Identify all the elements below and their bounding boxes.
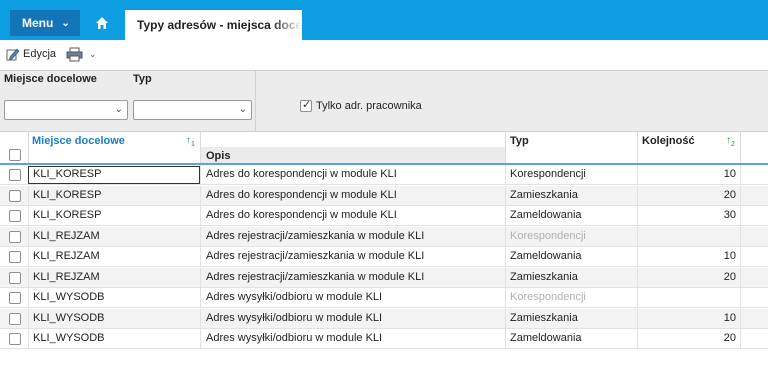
table-row[interactable]: KLI_REJZAM Adres rejestracji/zamieszkania… (0, 247, 768, 267)
table-row[interactable]: KLI_WYSODB Adres wysyłki/odbioru w module… (0, 329, 768, 349)
row-checkbox[interactable] (9, 251, 21, 263)
row-checkbox[interactable] (9, 189, 21, 202)
home-button[interactable] (92, 13, 112, 33)
typ-filter-label: Typ (133, 73, 152, 85)
cell-miejsce: KLI_WYSODB (33, 291, 105, 303)
printer-icon (66, 47, 83, 62)
row-checkbox[interactable] (9, 333, 21, 345)
cell-opis: Adres rejestracji/zamieszkania w module … (206, 250, 425, 262)
table-row[interactable]: KLI_WYSODB Adres wysyłki/odbioru w module… (0, 308, 768, 329)
column-header-opis[interactable]: Opis (206, 150, 230, 162)
edit-label: Edycja (23, 48, 57, 60)
tylko-pracownika-checkbox[interactable] (300, 98, 312, 112)
row-checkbox[interactable] (9, 271, 21, 284)
cell-opis: Adres rejestracji/zamieszkania w module … (206, 270, 425, 283)
cell-miejsce: KLI_WYSODB (33, 311, 105, 324)
cell-typ: Korespondencji (510, 229, 586, 242)
filter-panel: Miejsce docelowe ⌄ Typ ⌄ Tylko adr. prac… (0, 70, 768, 132)
column-header-kolejnosc[interactable]: Kolejność (642, 135, 695, 147)
row-checkbox[interactable] (9, 312, 21, 325)
toolbar: Edycja ⌄ (0, 40, 768, 70)
home-icon (96, 17, 108, 29)
cell-typ: Korespondencji (510, 168, 586, 180)
cell-opis: Adres do korespondencji w module KLI (206, 188, 397, 201)
top-bar: Menu ⌄ Typy adresów - miejsca docelowe (0, 0, 768, 40)
table-row[interactable]: KLI_WYSODB Adres wysyłki/odbioru w module… (0, 288, 768, 308)
table-row[interactable]: KLI_REJZAM Adres rejestracji/zamieszkania… (0, 226, 768, 247)
menu-label: Menu (22, 16, 54, 30)
table-row[interactable]: KLI_KORESP Adres do korespondencji w modu… (0, 185, 768, 206)
sort-index-kolejnosc: 2 (731, 141, 735, 148)
cell-miejsce: KLI_KORESP (33, 168, 102, 180)
row-checkbox[interactable] (9, 169, 21, 181)
cell-kolejnosc: 20 (723, 270, 736, 283)
edit-button[interactable]: Edycja (6, 47, 56, 61)
cell-opis: Adres rejestracji/zamieszkania w module … (206, 229, 425, 242)
cell-opis: Adres do korespondencji w module KLI (206, 168, 397, 180)
chevron-down-icon: ⌄ (89, 49, 97, 59)
table-row[interactable]: KLI_REJZAM Adres rejestracji/zamieszkania… (0, 267, 768, 288)
chevron-down-icon: ⌄ (238, 104, 247, 115)
cell-typ: Zameldowania (510, 209, 582, 221)
miejsce-filter-label: Miejsce docelowe (4, 73, 97, 85)
cell-typ: Zameldowania (510, 250, 582, 262)
cell-typ: Zamieszkania (510, 188, 578, 201)
cell-opis: Adres wysyłki/odbioru w module KLI (206, 291, 383, 303)
row-checkbox[interactable] (9, 230, 21, 243)
cell-kolejnosc: 30 (723, 209, 736, 221)
table-row[interactable]: KLI_KORESP Adres do korespondencji w modu… (0, 206, 768, 226)
sort-ascending-icon[interactable]: ↑2 (726, 135, 735, 148)
select-all-checkbox[interactable] (9, 149, 21, 161)
cell-kolejnosc: 10 (723, 250, 736, 262)
column-header-miejsce[interactable]: Miejsce docelowe (32, 135, 125, 147)
cell-typ: Zamieszkania (510, 311, 578, 324)
cell-opis: Adres wysyłki/odbioru w module KLI (206, 311, 383, 324)
cell-kolejnosc: 20 (723, 332, 736, 344)
cell-miejsce: KLI_REJZAM (33, 270, 100, 283)
cell-miejsce: KLI_KORESP (33, 209, 102, 221)
grid-header: Miejsce docelowe ↑1 Opis Typ Kolejność ↑… (0, 132, 768, 165)
sort-index-miejsce: 1 (191, 141, 195, 148)
cell-miejsce: KLI_KORESP (33, 188, 102, 201)
tylko-pracownika-toggle[interactable]: Tylko adr. pracownika (300, 98, 422, 112)
sort-ascending-icon[interactable]: ↑1 (186, 135, 195, 148)
chevron-down-icon: ⌄ (61, 17, 70, 29)
print-button[interactable]: ⌄ (66, 47, 97, 62)
menu-button[interactable]: Menu ⌄ (10, 10, 80, 36)
miejsce-filter-select[interactable]: ⌄ (4, 100, 128, 120)
cell-typ: Zamieszkania (510, 270, 578, 283)
cell-miejsce: KLI_REJZAM (33, 229, 100, 242)
cell-typ: Korespondencji (510, 291, 586, 303)
pencil-icon (6, 48, 20, 61)
row-checkbox[interactable] (9, 210, 21, 222)
cell-kolejnosc: 10 (723, 168, 736, 180)
tylko-pracownika-label: Tylko adr. pracownika (316, 100, 422, 112)
table-row[interactable]: KLI_KORESP Adres do korespondencji w modu… (0, 165, 768, 185)
tab-typy-adresow[interactable]: Typy adresów - miejsca docelowe (125, 10, 302, 40)
column-header-typ[interactable]: Typ (510, 135, 529, 147)
cell-opis: Adres do korespondencji w module KLI (206, 209, 397, 221)
row-checkbox[interactable] (9, 292, 21, 304)
cell-kolejnosc: 20 (723, 188, 736, 201)
cell-miejsce: KLI_WYSODB (33, 332, 105, 344)
typ-filter-select[interactable]: ⌄ (133, 100, 252, 120)
cell-kolejnosc: 10 (723, 311, 736, 324)
cell-miejsce: KLI_REJZAM (33, 250, 100, 262)
cell-opis: Adres wysyłki/odbioru w module KLI (206, 332, 383, 344)
chevron-down-icon: ⌄ (114, 104, 123, 115)
cell-typ: Zameldowania (510, 332, 582, 344)
